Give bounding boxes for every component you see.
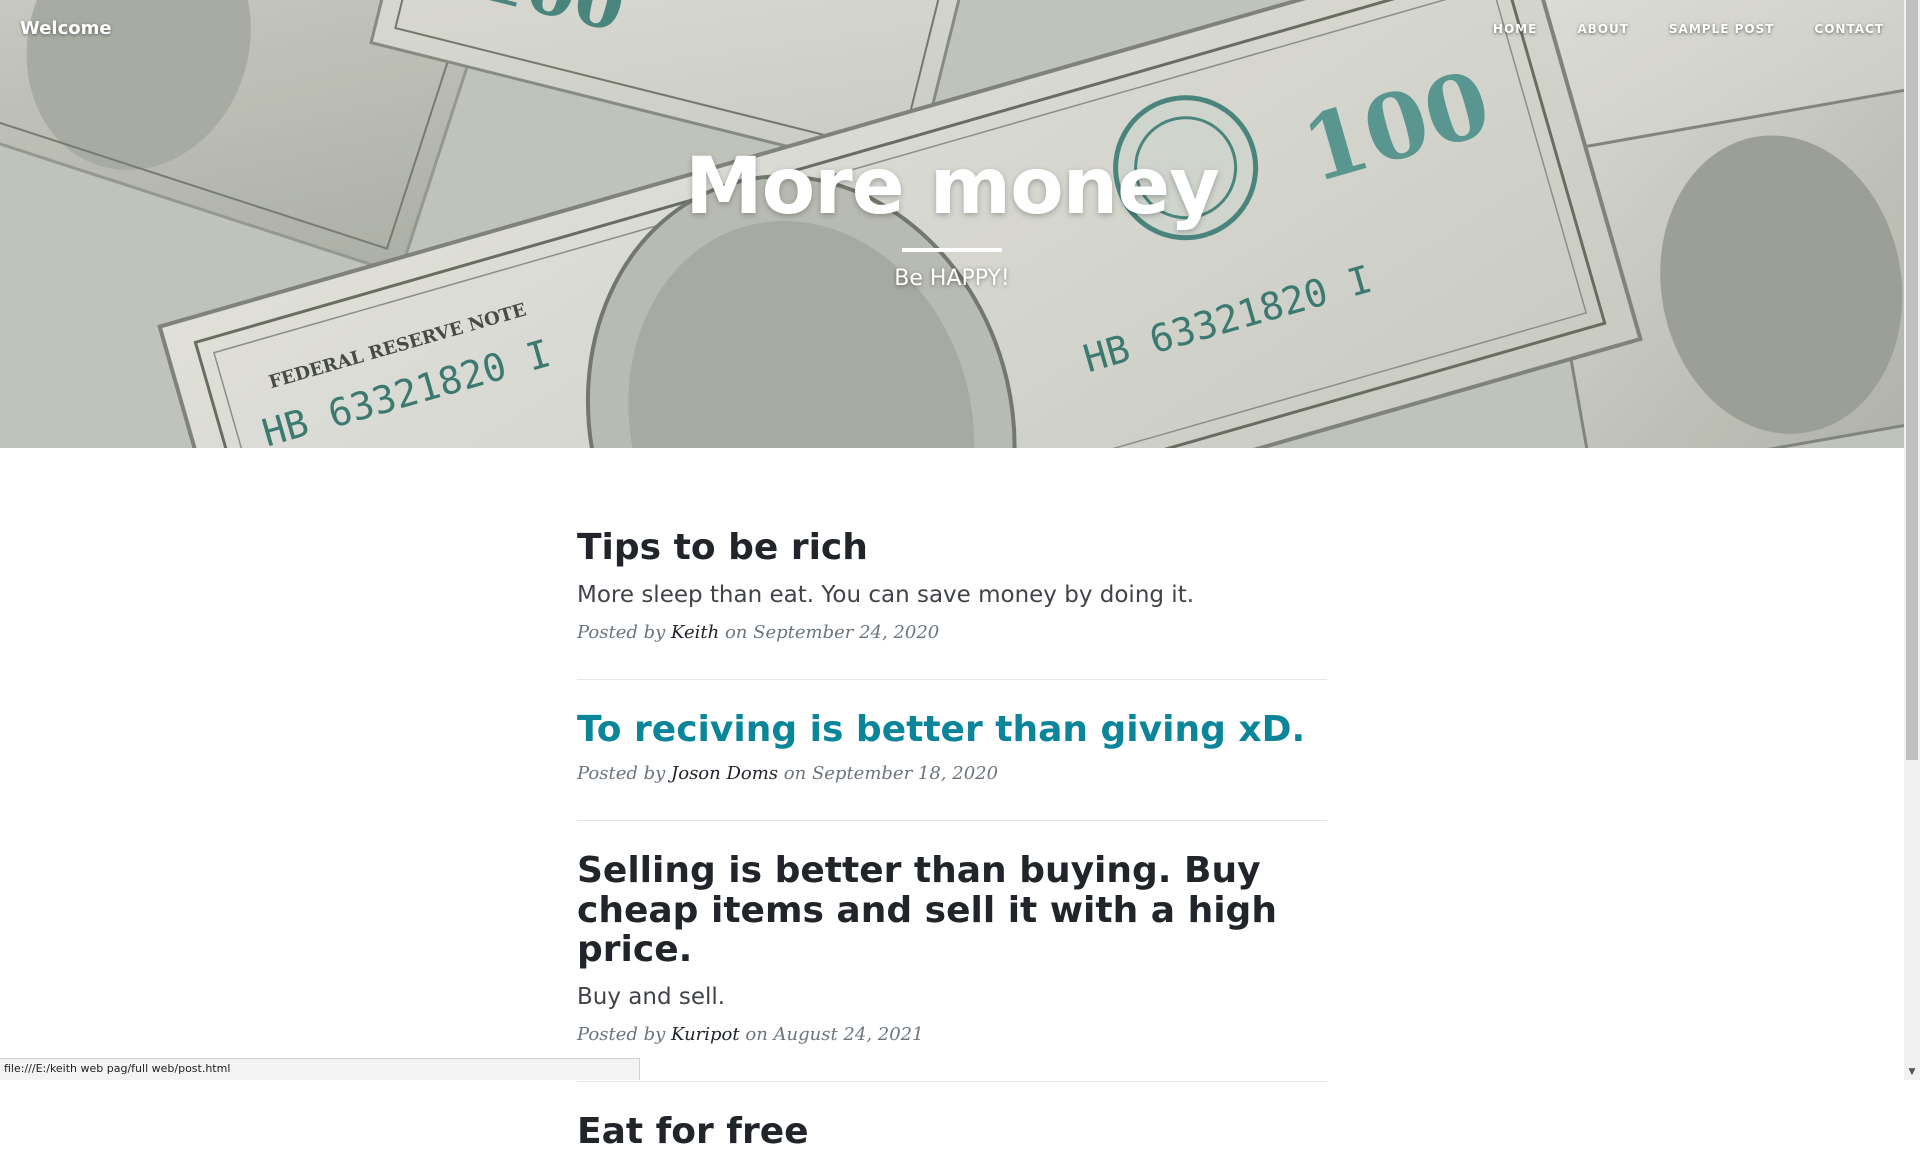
nav-link-about[interactable]: ABOUT: [1557, 22, 1649, 36]
status-bar-url: file:///E:/keith web pag/full web/post.h…: [0, 1058, 640, 1080]
hero-divider: [902, 248, 1002, 252]
post-meta-on: on: [745, 1024, 767, 1045]
post-date: September 18, 2020: [812, 763, 998, 784]
nav-link-contact[interactable]: CONTACT: [1794, 22, 1884, 36]
post-author-link[interactable]: Keith: [671, 622, 719, 643]
post-preview: To reciving is better than giving xD. Po…: [577, 680, 1327, 785]
scrollbar-thumb[interactable]: [1906, 0, 1918, 760]
post-title-link[interactable]: To reciving is better than giving xD.: [577, 710, 1327, 750]
post-preview: Tips to be rich More sleep than eat. You…: [577, 448, 1327, 643]
post-title-link[interactable]: Tips to be rich: [577, 528, 1327, 568]
post-title-link[interactable]: Eat for free: [577, 1112, 1327, 1152]
post-meta-on: on: [725, 622, 747, 643]
nav-link-home[interactable]: HOME: [1473, 22, 1557, 36]
post-meta-prefix: Posted by: [577, 622, 665, 643]
post-meta: Posted by Keith on September 24, 2020: [577, 622, 1327, 643]
post-list: Tips to be rich More sleep than eat. You…: [577, 448, 1327, 1152]
post-meta: Posted by Kuripot on August 24, 2021: [577, 1024, 1327, 1045]
post-meta-on: on: [784, 763, 806, 784]
post-date: September 24, 2020: [753, 622, 939, 643]
post-subtitle: Buy and sell.: [577, 984, 1327, 1010]
vertical-scrollbar[interactable]: ▲ ▼: [1904, 0, 1920, 1080]
post-author-link[interactable]: Kuripot: [671, 1024, 740, 1045]
post-date: August 24, 2021: [774, 1024, 924, 1045]
navbar: Welcome HOME ABOUT SAMPLE POST CONTACT: [0, 0, 1904, 60]
site-heading: More money Be HAPPY!: [0, 148, 1904, 291]
post-preview: Eat for free: [577, 1082, 1327, 1152]
post-meta: Posted by Joson Doms on September 18, 20…: [577, 763, 1327, 784]
scroll-down-icon[interactable]: ▼: [1904, 1064, 1920, 1080]
post-preview: Selling is better than buying. Buy cheap…: [577, 821, 1327, 1045]
masthead: 100 HB 63321820 I HB 63321820 I 100 FEDE…: [0, 0, 1904, 448]
hero-title: More money: [0, 148, 1904, 226]
hero-subtitle: Be HAPPY!: [0, 266, 1904, 291]
post-meta-prefix: Posted by: [577, 763, 665, 784]
post-subtitle: More sleep than eat. You can save money …: [577, 582, 1327, 608]
nav-link-sample-post[interactable]: SAMPLE POST: [1649, 22, 1795, 36]
brand-link[interactable]: Welcome: [20, 18, 112, 39]
post-author-link[interactable]: Joson Doms: [671, 763, 778, 784]
post-title-link[interactable]: Selling is better than buying. Buy cheap…: [577, 851, 1327, 970]
post-meta-prefix: Posted by: [577, 1024, 665, 1045]
nav-links: HOME ABOUT SAMPLE POST CONTACT: [1473, 22, 1884, 36]
